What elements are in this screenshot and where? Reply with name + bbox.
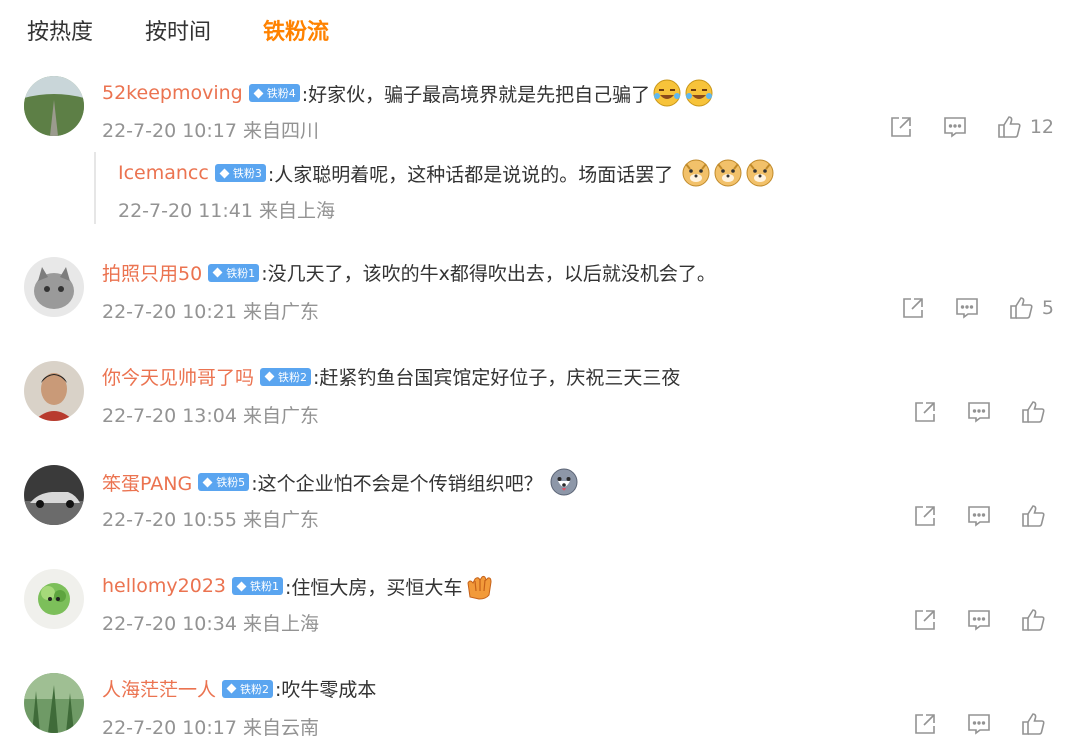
comment-text: :吹牛零成本 [275, 679, 377, 701]
username[interactable]: 笨蛋PANG [102, 469, 192, 496]
comment-icon [968, 610, 990, 631]
comment-meta: 22-7-20 10:17 来自四川 [102, 120, 319, 142]
share-icon [915, 610, 935, 630]
reply-button[interactable] [966, 503, 992, 529]
like-count: 5 [1041, 297, 1054, 319]
avatar[interactable] [24, 569, 84, 629]
username[interactable]: Icemancc [118, 162, 209, 184]
username[interactable]: 拍照只用50 [102, 259, 202, 286]
reply-button[interactable] [942, 114, 968, 140]
share-icon [915, 506, 935, 526]
like-count: 12 [1029, 116, 1054, 138]
fan-badge: 铁粉4 [248, 84, 300, 102]
tab-time[interactable]: 按时间 [145, 14, 211, 46]
diamond-icon [236, 581, 247, 591]
username[interactable]: 你今天见帅哥了吗 [102, 363, 254, 390]
share-icon [915, 402, 935, 422]
doge-emoji-icon [682, 159, 710, 187]
fan-badge: 铁粉1 [208, 263, 260, 282]
thumbs-up-icon [1010, 297, 1033, 319]
comment-item: 你今天见帅哥了吗 铁粉2 :赶紧钓鱼台国宾馆定好位子，庆祝三天三夜 22-7-2… [24, 361, 1054, 441]
doge-emoji-icon [746, 159, 774, 187]
diamond-icon [202, 477, 213, 487]
sort-tabs: 按热度 按时间 铁粉流 [27, 14, 329, 46]
share-icon [915, 714, 935, 734]
reply-text: :人家聪明着呢，这种话都是说说的。场面话罢了 [267, 163, 674, 186]
comment-item: 52keepmoving 铁粉4 :好家伙，骗子最高境界就是先把自己骗了 22-… [24, 76, 1054, 156]
reply-button[interactable] [966, 607, 992, 633]
comment-text: :这个企业怕不会是个传销组织吧？ [251, 472, 543, 495]
username[interactable]: hellomy2023 [102, 575, 226, 597]
thumbs-up-icon [1022, 609, 1045, 631]
fan-badge: 铁粉3 [214, 164, 266, 182]
like-button[interactable] [1020, 711, 1054, 737]
comment-icon [956, 298, 978, 319]
comment-item: 拍照只用50 铁粉1 :没几天了，该吹的牛x都得吹出去，以后就没机会了。 22-… [24, 257, 1054, 337]
comment-item: 笨蛋PANG 铁粉5 :这个企业怕不会是个传销组织吧？ 22-7-20 10:5… [24, 465, 1054, 545]
share-button[interactable] [912, 711, 938, 737]
comment-icon [968, 714, 990, 735]
like-button[interactable]: 5 [1008, 295, 1054, 321]
fan-badge: 铁粉2 [222, 679, 274, 698]
share-button[interactable] [912, 607, 938, 633]
username[interactable]: 52keepmoving [102, 82, 243, 104]
share-button[interactable] [912, 399, 938, 425]
comment-item: 人海茫茫一人 铁粉2 :吹牛零成本 22-7-20 10:17 来自云南 [24, 673, 1054, 753]
comment-text: :住恒大房，买恒大车 [285, 576, 463, 599]
tab-hot[interactable]: 按热度 [27, 14, 93, 46]
diamond-icon [226, 683, 237, 694]
share-icon [891, 117, 911, 137]
share-icon [903, 298, 923, 318]
comment-meta: 22-7-20 10:34 来自上海 [102, 613, 319, 635]
clap-hands-emoji-icon [467, 575, 492, 600]
laugh-cry-emoji-icon [653, 79, 681, 107]
reply-button[interactable] [966, 399, 992, 425]
like-button[interactable]: 12 [996, 114, 1054, 140]
reply-button[interactable] [966, 711, 992, 737]
husky-emoji-icon [550, 468, 578, 496]
share-button[interactable] [888, 114, 914, 140]
reply-meta: 22-7-20 11:41 来自上海 [118, 200, 335, 222]
diamond-icon [253, 88, 264, 98]
avatar[interactable] [24, 465, 84, 525]
thumbs-up-icon [1022, 401, 1045, 423]
diamond-icon [219, 168, 230, 178]
avatar[interactable] [24, 76, 84, 136]
comment-icon [968, 402, 990, 423]
comment-meta: 22-7-20 10:55 来自广东 [102, 509, 319, 531]
like-button[interactable] [1020, 607, 1054, 633]
comment-meta: 22-7-20 13:04 来自广东 [102, 405, 319, 427]
like-button[interactable] [1020, 503, 1054, 529]
doge-emoji-icon [714, 159, 742, 187]
laugh-cry-emoji-icon [685, 79, 713, 107]
comment-icon [944, 117, 966, 138]
comment-text: :没几天了，该吹的牛x都得吹出去，以后就没机会了。 [261, 263, 716, 285]
avatar[interactable] [24, 257, 84, 317]
reply-button[interactable] [954, 295, 980, 321]
thumbs-up-icon [998, 116, 1021, 138]
share-button[interactable] [912, 503, 938, 529]
fan-badge: 铁粉2 [260, 367, 312, 386]
comment-item: hellomy2023 铁粉1 :住恒大房，买恒大车 22-7-20 10:34… [24, 569, 1054, 649]
diamond-icon [212, 267, 223, 278]
fan-badge: 铁粉1 [232, 577, 284, 595]
share-button[interactable] [900, 295, 926, 321]
comment-meta: 22-7-20 10:21 来自广东 [102, 301, 319, 323]
fan-badge: 铁粉5 [198, 473, 250, 491]
avatar[interactable] [24, 673, 84, 733]
tab-fans[interactable]: 铁粉流 [263, 14, 329, 46]
username[interactable]: 人海茫茫一人 [102, 675, 216, 702]
comment-meta: 22-7-20 10:17 来自云南 [102, 717, 319, 739]
comment-text: :好家伙，骗子最高境界就是先把自己骗了 [301, 83, 651, 106]
avatar[interactable] [24, 361, 84, 421]
comment-text: :赶紧钓鱼台国宾馆定好位子，庆祝三天三夜 [313, 367, 681, 389]
thumbs-up-icon [1022, 505, 1045, 527]
diamond-icon [264, 371, 275, 382]
thumbs-up-icon [1022, 713, 1045, 735]
like-button[interactable] [1020, 399, 1054, 425]
comment-icon [968, 506, 990, 527]
reply-item: Icemancc 铁粉3 :人家聪明着呢，这种话都是说说的。场面话罢了 22-7… [94, 152, 896, 224]
